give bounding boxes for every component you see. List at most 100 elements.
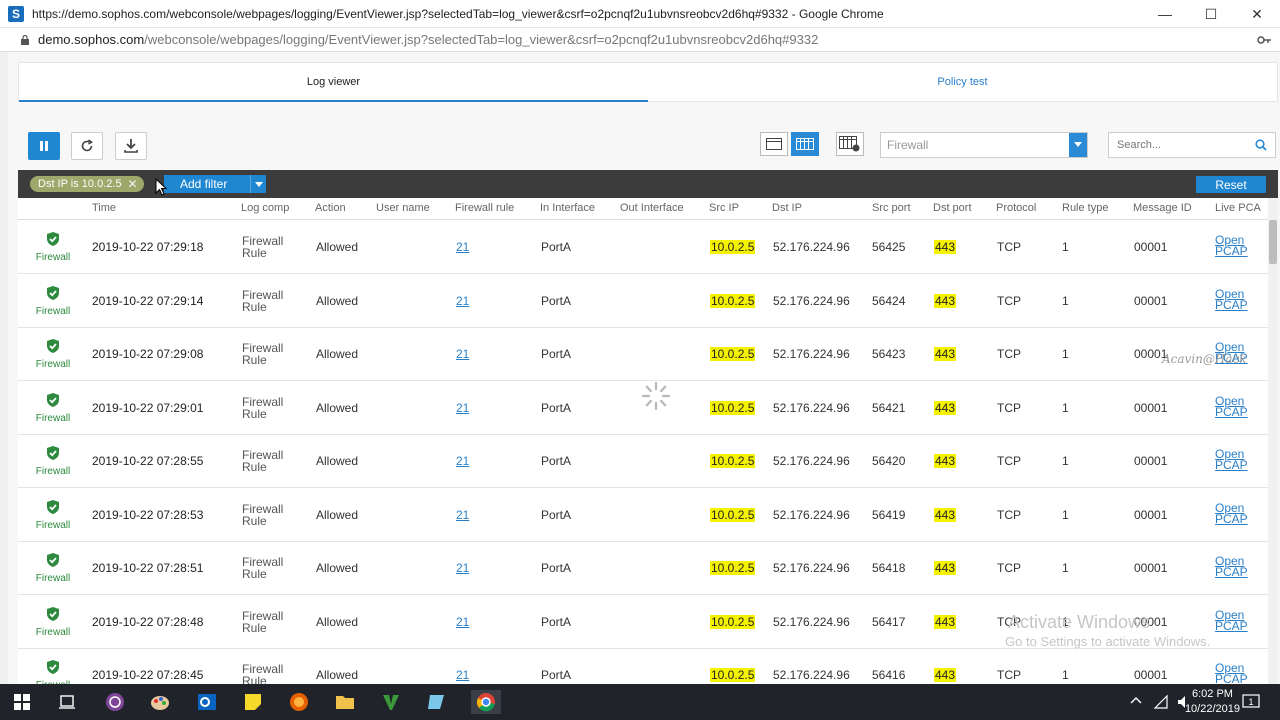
row-in-interface: PortA <box>541 400 572 415</box>
chevron-down-icon[interactable] <box>1069 133 1087 157</box>
column-settings-button[interactable] <box>836 132 864 156</box>
column-header-firewall-rule[interactable]: Firewall rule <box>455 202 514 214</box>
firewall-rule-link[interactable]: 21 <box>456 294 469 308</box>
vertical-scrollbar[interactable] <box>1268 198 1278 684</box>
open-pcap-link[interactable]: Open PCAP <box>1215 662 1251 684</box>
column-header-action[interactable]: Action <box>315 202 346 214</box>
firewall-rule-link[interactable]: 21 <box>456 561 469 575</box>
column-header-dst-ip[interactable]: Dst IP <box>772 202 802 214</box>
row-src-port: 56419 <box>872 507 906 522</box>
column-header-src-port[interactable]: Src port <box>872 202 911 214</box>
grid-view-button[interactable] <box>791 132 819 156</box>
notifications-icon[interactable]: 1 <box>1242 694 1260 710</box>
module-select-value: Firewall <box>887 138 929 152</box>
open-pcap-link[interactable]: Open PCAP <box>1215 234 1251 257</box>
address-bar[interactable]: demo.sophos.com/webconsole/webpages/logg… <box>0 28 1280 52</box>
url-text[interactable]: demo.sophos.com/webconsole/webpages/logg… <box>38 32 818 47</box>
tab-log-viewer[interactable]: Log viewer <box>19 63 648 102</box>
search-box[interactable] <box>1108 132 1276 158</box>
open-pcap-link[interactable]: Open PCAP <box>1215 395 1251 418</box>
column-header-src-ip[interactable]: Src IP <box>709 202 739 214</box>
tor-browser-icon[interactable] <box>103 690 127 714</box>
search-input[interactable] <box>1117 133 1257 157</box>
row-rule-type: 1 <box>1062 240 1069 254</box>
filter-chip[interactable]: Dst IP is 10.0.2.5 ✕ <box>30 176 144 192</box>
add-filter-label: Add filter <box>180 177 228 191</box>
clock-date: 10/22/2019 <box>1184 703 1240 715</box>
column-header-live-pcap[interactable]: Live PCA <box>1215 202 1261 214</box>
close-button[interactable]: ✕ <box>1234 0 1280 28</box>
table-row[interactable]: Firewall 2019-10-22 07:28:45 Allowed PortA 5… <box>18 649 1278 684</box>
network-icon[interactable] <box>1153 694 1169 710</box>
vim-icon[interactable] <box>379 690 403 714</box>
file-explorer-icon[interactable] <box>333 690 357 714</box>
column-header-user-name[interactable]: User name <box>376 202 430 214</box>
open-pcap-link[interactable]: Open PCAP <box>1215 609 1251 632</box>
open-pcap-link[interactable]: Open PCAP <box>1215 555 1251 578</box>
firewall-rule-link[interactable]: 21 <box>456 615 469 629</box>
table-row[interactable]: Firewall 2019-10-22 07:29:14 Allowed PortA 5… <box>18 275 1278 328</box>
chrome-icon[interactable] <box>471 690 501 714</box>
table-row[interactable]: Firewall 2019-10-22 07:28:53 Allowed PortA 5… <box>18 489 1278 542</box>
firewall-rule-link[interactable]: 21 <box>456 240 469 254</box>
column-header-dst-port[interactable]: Dst port <box>933 202 972 214</box>
windows-taskbar: 6:02 PM 10/22/2019 1 <box>0 684 1280 720</box>
tab-policy-test[interactable]: Policy test <box>648 63 1277 101</box>
table-row[interactable]: Firewall 2019-10-22 07:29:08 Allowed PortA 5… <box>18 328 1278 381</box>
open-pcap-link[interactable]: Open PCAP <box>1215 448 1251 471</box>
task-view-icon[interactable] <box>55 690 79 714</box>
column-header-in-interface[interactable]: In Interface <box>540 202 595 214</box>
minimize-button[interactable]: — <box>1142 0 1188 28</box>
row-time: 2019-10-22 07:29:18 <box>92 240 204 254</box>
table-row[interactable]: Firewall 2019-10-22 07:29:18 Allowed PortA 5… <box>18 221 1278 274</box>
table-row[interactable]: Firewall 2019-10-22 07:28:55 Allowed PortA 5… <box>18 435 1278 488</box>
pause-button[interactable] <box>28 132 60 160</box>
row-action: Allowed <box>316 614 359 629</box>
open-pcap-link[interactable]: Open PCAP <box>1215 502 1251 525</box>
firewall-rule-link[interactable]: 21 <box>456 668 469 682</box>
taskbar-clock[interactable]: 6:02 PM 10/22/2019 <box>1185 687 1240 717</box>
maximize-button[interactable]: ☐ <box>1188 0 1234 28</box>
row-dst-ip: 52.176.224.96 <box>773 240 850 254</box>
show-hidden-icons-icon[interactable] <box>1129 694 1145 710</box>
column-header-time[interactable]: Time <box>92 202 116 214</box>
column-header-rule-type[interactable]: Rule type <box>1062 202 1108 214</box>
windows-start-icon[interactable] <box>10 690 34 714</box>
chevron-down-icon[interactable] <box>250 175 266 193</box>
sticky-notes-icon[interactable] <box>241 690 265 714</box>
firewall-rule-link[interactable]: 21 <box>456 347 469 361</box>
firewall-rule-link[interactable]: 21 <box>456 508 469 522</box>
remove-filter-icon[interactable]: ✕ <box>128 176 138 192</box>
add-filter-button[interactable]: Add filter <box>164 175 266 193</box>
scrollbar-thumb[interactable] <box>1269 220 1277 264</box>
notepad-icon[interactable] <box>424 690 448 714</box>
paint-icon[interactable] <box>148 690 172 714</box>
firefox-icon[interactable] <box>287 690 311 714</box>
column-header-protocol[interactable]: Protocol <box>996 202 1036 214</box>
row-protocol: TCP <box>997 240 1021 254</box>
window-controls: — ☐ ✕ <box>1142 0 1280 28</box>
row-protocol: TCP <box>997 400 1021 415</box>
row-log-comp: Firewall Rule <box>242 501 284 528</box>
firewall-rule-link[interactable]: 21 <box>456 454 469 468</box>
log-viewer-page: Log viewer Policy test Firewall Search..… <box>8 52 1280 684</box>
detailed-view-button[interactable] <box>760 132 788 156</box>
row-time: 2019-10-22 07:29:14 <box>92 293 204 308</box>
table-row[interactable]: Firewall 2019-10-22 07:28:51 Allowed PortA 5… <box>18 542 1278 595</box>
reset-button[interactable]: Reset <box>1196 176 1266 193</box>
search-icon[interactable] <box>1255 139 1267 151</box>
column-header-out-interface[interactable]: Out Interface <box>620 202 684 214</box>
open-pcap-link[interactable]: Open PCAP <box>1215 288 1251 311</box>
column-header-log-comp[interactable]: Log comp <box>241 202 289 214</box>
firewall-rule-link[interactable]: 21 <box>456 401 469 415</box>
key-icon[interactable] <box>1256 32 1272 48</box>
row-src-ip: 10.0.2.5 <box>710 240 756 254</box>
tab-strip: Log viewer Policy test <box>18 62 1278 102</box>
download-button[interactable] <box>115 132 147 160</box>
shield-check-icon <box>47 285 59 300</box>
column-header-message-id[interactable]: Message ID <box>1133 202 1192 214</box>
refresh-button[interactable] <box>71 132 103 160</box>
table-view-icon <box>766 138 782 150</box>
module-select[interactable]: Firewall <box>880 132 1088 158</box>
outlook-icon[interactable] <box>195 690 219 714</box>
